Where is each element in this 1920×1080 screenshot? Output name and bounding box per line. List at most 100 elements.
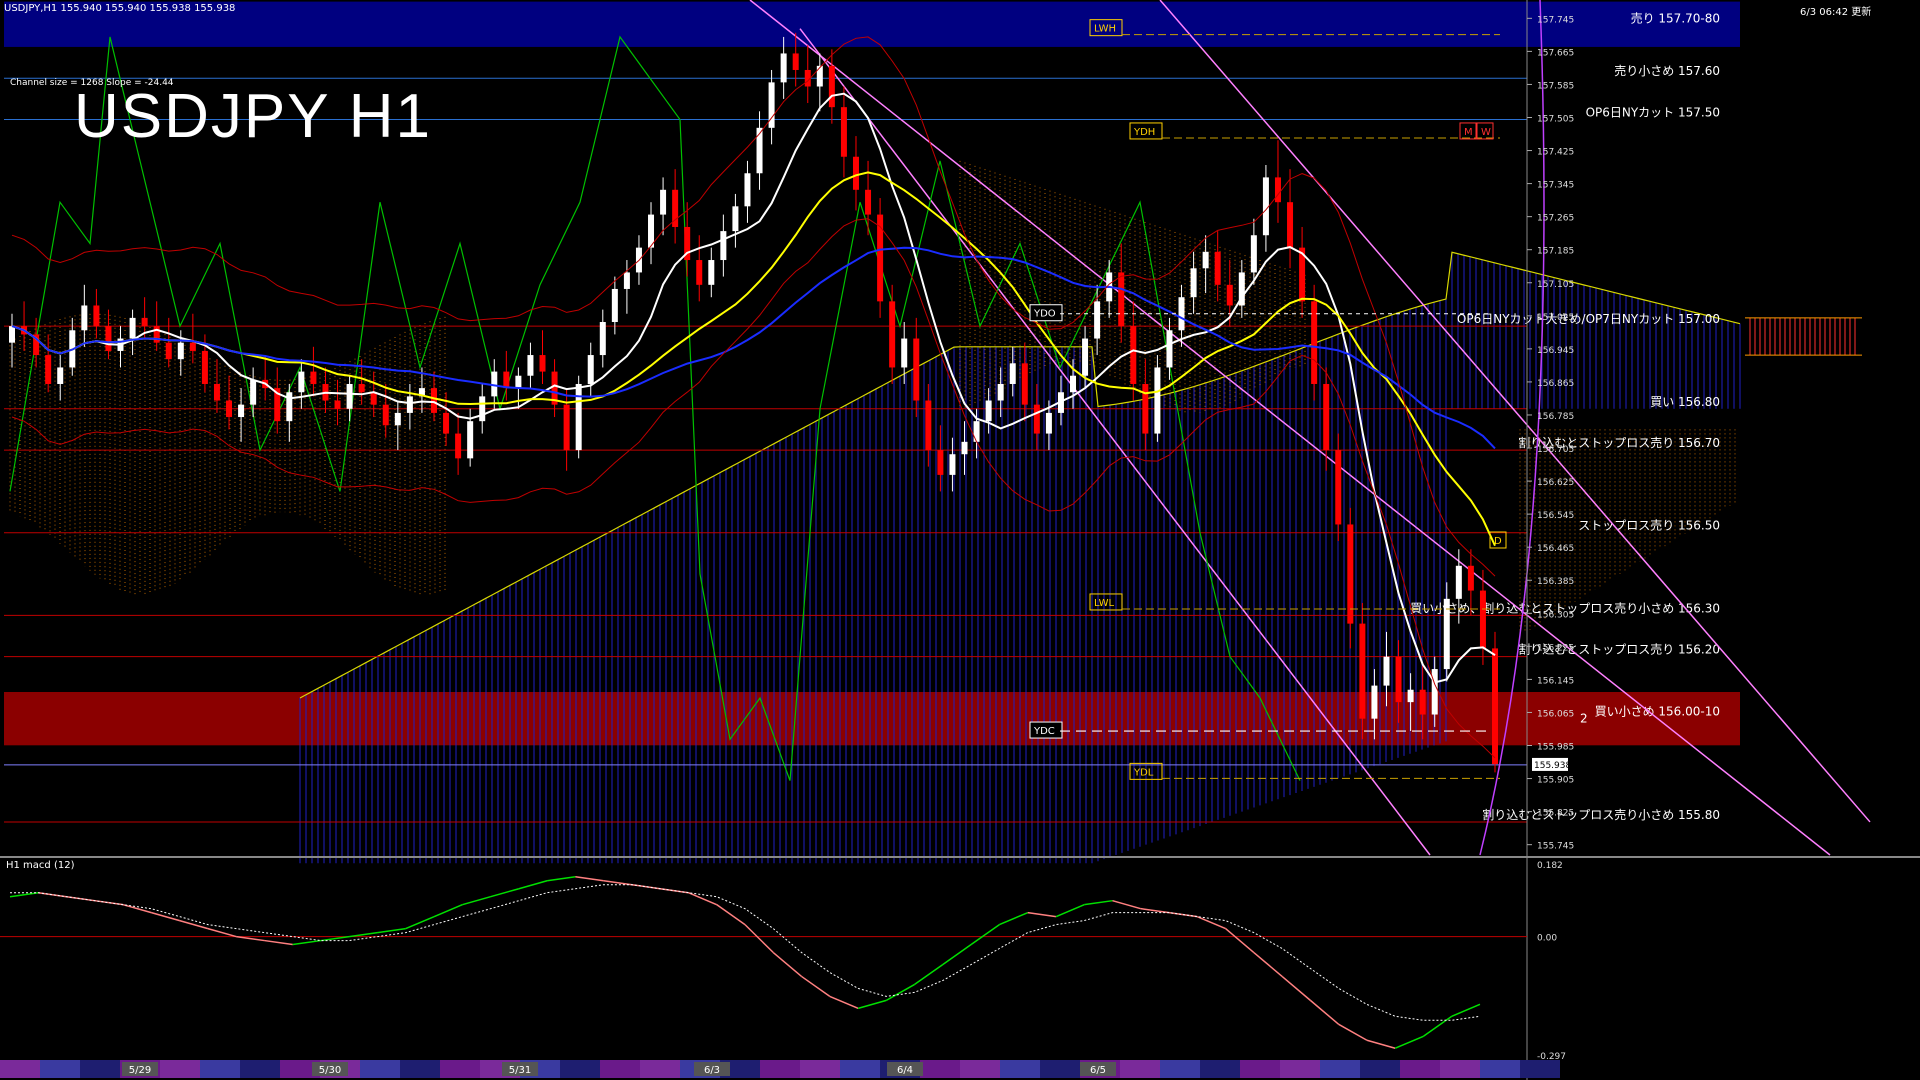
candle-body	[1262, 177, 1269, 236]
candle-body	[1359, 623, 1366, 719]
candle-body	[1033, 404, 1040, 434]
price-tick-label: 157.425	[1537, 148, 1574, 158]
macd-segment	[885, 983, 915, 1002]
price-tick-label: 156.305	[1537, 610, 1574, 620]
date-strip-cell	[1120, 1060, 1160, 1078]
date-strip-cell	[40, 1060, 80, 1078]
macd-segment	[1140, 907, 1170, 914]
price-tick-label: 157.105	[1537, 280, 1574, 290]
candle-body	[623, 272, 630, 289]
macd-segment	[1027, 911, 1057, 918]
marker-lwh: LWH	[1094, 24, 1116, 35]
candle-body	[901, 338, 908, 368]
candle-body	[165, 342, 172, 360]
candle-body	[129, 317, 136, 339]
candle-body	[816, 65, 823, 87]
candle-body	[370, 392, 377, 405]
macd-segment	[1423, 1015, 1453, 1037]
candle-body	[189, 342, 196, 351]
date-strip-cell	[1520, 1060, 1560, 1078]
macd-segment	[518, 880, 548, 890]
candle-body	[1419, 689, 1426, 715]
date-strip-cell	[600, 1060, 640, 1078]
candle-body	[997, 383, 1004, 401]
candle-body	[1407, 689, 1414, 703]
macd-segment	[433, 903, 463, 918]
candle-body	[1154, 367, 1161, 434]
price-tick-label: 155.985	[1537, 743, 1574, 753]
level-label: OP6日NYカット大きめ/OP7日NYカット 157.00	[1457, 312, 1720, 326]
macd-segment	[603, 880, 633, 886]
date-strip-cell	[1160, 1060, 1200, 1078]
date-label: 6/5	[1090, 1065, 1106, 1076]
chart-title: USDJPY H1	[74, 82, 432, 151]
macd-segment	[1055, 903, 1085, 918]
level-label: OP6日NYカット 157.50	[1586, 106, 1720, 120]
level-label: 売り 157.70-80	[1631, 10, 1720, 25]
macd-tick-label: 0.00	[1537, 934, 1557, 944]
price-tick-label: 156.545	[1537, 511, 1574, 521]
candle-body	[105, 326, 112, 351]
price-axis: 157.745 157.665 157.585 157.505 157.425 157.3…	[1526, 0, 1574, 1080]
macd-signal	[10, 884, 1481, 1021]
candle-body	[732, 206, 739, 232]
candle-body	[925, 400, 932, 451]
candle-body	[792, 53, 799, 70]
price-chart[interactable]: 売り 157.70-80 売り小さめ 157.60 OP6日NYカット 157.50…	[0, 0, 1920, 1080]
date-label: 6/3	[704, 1065, 720, 1076]
candle-body	[334, 400, 341, 409]
macd-segment	[970, 923, 1000, 946]
date-strip-cell	[920, 1060, 960, 1078]
macd-segment	[1394, 1035, 1424, 1049]
macd-segment	[914, 963, 944, 986]
price-tick-label: 156.225	[1537, 643, 1574, 653]
date-strip-cell	[200, 1060, 240, 1078]
candle-body	[1455, 565, 1462, 599]
candle-body	[153, 326, 160, 343]
candle-body	[937, 450, 944, 475]
candle-body	[563, 404, 570, 451]
macd-segment	[716, 904, 746, 926]
price-tick-label: 155.905	[1537, 776, 1574, 786]
cloud-future-edge	[1745, 317, 1862, 356]
macd-segment	[829, 995, 859, 1010]
date-strip: 5/29 5/30 5/31 6/3 6/4 6/5	[0, 1060, 1560, 1078]
macd-segment	[857, 999, 887, 1010]
candle-body	[1094, 301, 1101, 339]
candle-body	[310, 371, 317, 384]
macd-segment	[1451, 1003, 1481, 1018]
candle-body	[201, 350, 208, 384]
price-tick-label: 156.865	[1537, 379, 1574, 389]
candle-body	[1118, 272, 1125, 327]
marker-ydl: YDL	[1133, 767, 1154, 778]
candle-body	[213, 383, 220, 401]
candle-body	[1045, 412, 1052, 434]
candle-body	[1190, 268, 1197, 298]
price-tick-label: 156.625	[1537, 478, 1574, 488]
marker-ydh: YDH	[1133, 127, 1155, 138]
price-tick-label: 155.745	[1537, 842, 1574, 852]
price-tick-label: 157.665	[1537, 48, 1574, 58]
date-strip-cell	[760, 1060, 800, 1078]
date-strip-cell	[1360, 1060, 1400, 1078]
macd-segment	[1112, 899, 1141, 910]
symbol-header: USDJPY,H1 155.940 155.940 155.938 155.93…	[4, 3, 236, 14]
candle-body	[828, 65, 835, 108]
candle-body	[1021, 363, 1028, 405]
candle-body	[1467, 565, 1474, 591]
macd-segment	[1338, 1023, 1368, 1041]
current-price-label: 155.938	[1534, 761, 1571, 771]
datetime-header: 6/3 06:42 更新	[1800, 7, 1872, 18]
level-label: 買い小さめ 156.00-10	[1595, 705, 1720, 719]
candle-body	[238, 404, 245, 418]
macd-segment	[9, 891, 39, 898]
date-label: 6/4	[897, 1065, 913, 1076]
candle-body	[81, 305, 88, 331]
macd-segment	[575, 876, 604, 882]
candle-body	[1479, 590, 1486, 649]
macd-segment	[547, 876, 576, 882]
price-tick-label: 156.385	[1537, 577, 1574, 587]
candle-body	[226, 400, 233, 418]
candle-body	[1082, 338, 1089, 376]
marker-w: W	[1481, 127, 1491, 138]
